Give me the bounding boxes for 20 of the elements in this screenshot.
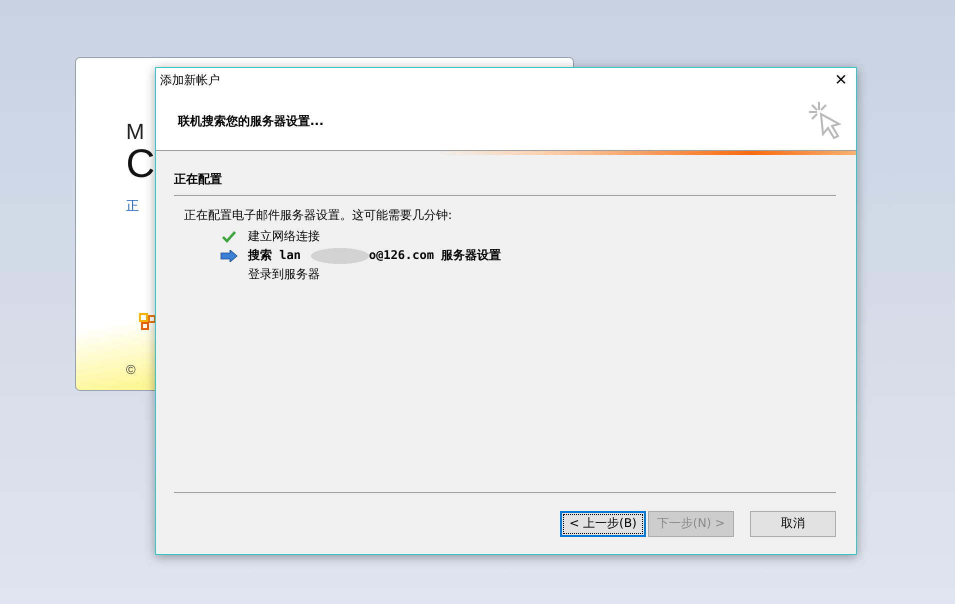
window-title: 添加新帐户 xyxy=(160,72,220,88)
step-text: 建立网络连接 xyxy=(248,228,320,245)
step-text: o@126.com 服务器设置 xyxy=(368,247,502,264)
step-text: 搜索 lan xyxy=(248,247,301,264)
back-button[interactable]: < 上一步(B) xyxy=(560,510,646,536)
intro-text: 正在配置电子邮件服务器设置。这可能需要几分钟: xyxy=(184,207,454,224)
cursor-icon xyxy=(808,101,842,141)
logo-icon xyxy=(139,313,157,331)
header-text: 联机搜索您的服务器设置... xyxy=(178,112,324,130)
section-title: 正在配置 xyxy=(174,171,223,188)
arrow-icon xyxy=(220,250,238,262)
splash-text: 正 xyxy=(126,199,139,213)
close-button[interactable]: × xyxy=(826,68,856,92)
step-text: 登录到服务器 xyxy=(248,266,320,283)
splash-text: C xyxy=(126,143,155,186)
cancel-button[interactable]: 取消 xyxy=(750,510,836,536)
splash-text: M xyxy=(126,120,144,144)
check-icon xyxy=(222,230,236,242)
blur-mark xyxy=(310,248,369,264)
splash-text: © xyxy=(126,362,136,376)
